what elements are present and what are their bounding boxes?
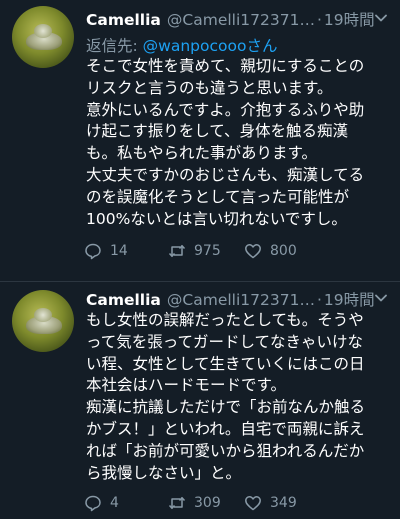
tweet-text: そこで女性を責めて、親切にすることの リスクと言うのも違うと思います。 意外にい…: [86, 56, 388, 230]
tweet-text-line: のを誤魔化そうとして言った可能性が: [86, 187, 350, 206]
reply-count: 4: [110, 495, 119, 511]
tweet-text-line: 本社会はハードモードです。: [86, 376, 286, 395]
retweet-icon: [168, 496, 186, 510]
display-name[interactable]: Camellia: [86, 291, 161, 309]
reply-mention-link[interactable]: @wanpocoooさん: [143, 37, 278, 55]
reply-prefix: 返信先:: [86, 37, 143, 55]
tweet-header: Camellia @Camelli172371… · 19時間: [86, 288, 375, 310]
tweet-text-line: 意外にいるんですよ。介抱するふりや助: [86, 100, 365, 119]
tweet-text-line: そこで女性を責めて、親切にすることの: [86, 57, 365, 75]
tweet-text-line: って気を張ってガードしてなきゃいけな: [86, 332, 363, 351]
tweet-text-line: も。私もやられた事があります。: [86, 144, 317, 163]
tweet-text-line: ら我慢しなさい」と。: [86, 463, 242, 482]
reply-button[interactable]: 14: [84, 242, 168, 260]
tweet-text: もし女性の誤解だったとしても。そうや って気を張ってガードしてなきゃいけな い程…: [86, 310, 388, 484]
tweet-text-line: け起こす振りをして、身体を触る痴漢: [86, 122, 348, 141]
tweet-text-line: かブス！」といわれ。自宅で両親に訴え: [86, 419, 365, 438]
separator: ·: [316, 11, 322, 29]
user-handle[interactable]: @Camelli172371…: [167, 11, 315, 29]
chevron-down-icon[interactable]: [374, 11, 388, 25]
retweet-icon: [168, 244, 186, 258]
separator: ·: [316, 291, 322, 309]
tweet[interactable]: Camellia @Camelli172371… · 19時間 返信先: @wa…: [0, 0, 400, 282]
reply-button[interactable]: 4: [84, 494, 168, 512]
heart-icon: [245, 244, 261, 259]
tweet-text-line: 大丈夫ですかのおじさんも、痴漢してる: [86, 165, 365, 184]
reply-count: 14: [110, 243, 128, 259]
like-button[interactable]: 800: [244, 242, 324, 260]
reply-icon: [85, 495, 101, 512]
retweet-count: 309: [194, 495, 221, 511]
timestamp[interactable]: 19時間: [324, 8, 375, 30]
reply-icon: [85, 243, 101, 260]
avatar[interactable]: [12, 290, 74, 352]
reply-context: 返信先: @wanpocoooさん: [86, 34, 277, 56]
retweet-count: 975: [194, 243, 221, 259]
like-button[interactable]: 349: [244, 494, 324, 512]
tweet-text-line: リスクと言うのも違うと思います。: [86, 78, 333, 97]
like-count: 800: [270, 243, 297, 259]
tweet-text-line: もし女性の誤解だったとしても。そうや: [86, 311, 364, 329]
avatar-image-shape: [34, 308, 52, 322]
display-name[interactable]: Camellia: [86, 11, 161, 29]
tweet-text-line: 痴漢に抗議しただけで「お前なんか触る: [86, 398, 366, 417]
tweet[interactable]: Camellia @Camelli172371… · 19時間 もし女性の誤解だ…: [0, 282, 400, 519]
tweet-header: Camellia @Camelli172371… · 19時間: [86, 8, 375, 30]
tweet-actions: 4 309 349: [84, 492, 394, 514]
user-handle[interactable]: @Camelli172371…: [167, 291, 315, 309]
chevron-down-icon[interactable]: [374, 291, 388, 305]
like-count: 349: [270, 495, 297, 511]
tweet-actions: 14 975 800: [84, 240, 394, 262]
retweet-button[interactable]: 309: [168, 494, 244, 512]
timestamp[interactable]: 19時間: [324, 288, 375, 310]
avatar[interactable]: [12, 6, 74, 68]
tweet-text-line: れば「お前が可愛いから狙われるんだか: [86, 441, 365, 460]
tweet-text-line: い程、女性として生きていくにはこの日: [86, 354, 365, 373]
heart-icon: [245, 496, 261, 511]
avatar-image-shape: [34, 24, 52, 38]
tweet-text-line: 100%ないとは言い切れないですし。: [86, 209, 347, 228]
retweet-button[interactable]: 975: [168, 242, 244, 260]
